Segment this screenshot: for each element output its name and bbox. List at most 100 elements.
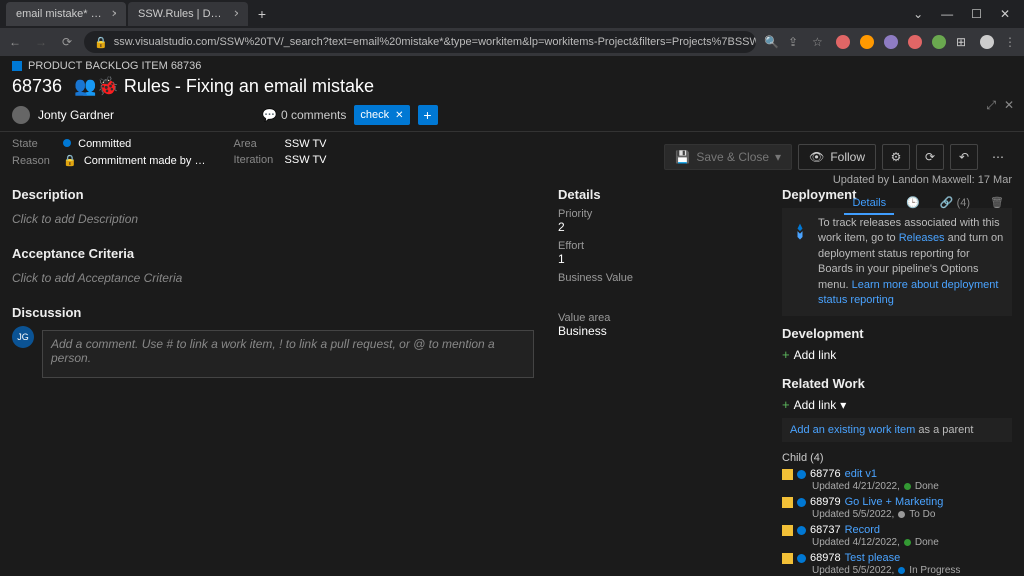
avatar [12,106,30,124]
child-heading: Child (4) [782,452,1012,464]
comment-input[interactable]: Add a comment. Use # to link a work item… [42,330,534,378]
delete-icon[interactable]: 🗑 [982,192,1012,215]
ext-icon-4[interactable] [908,35,922,49]
state-dot-icon [797,526,806,535]
area-value[interactable]: SSW TV [285,138,327,150]
remove-tag-icon[interactable]: ✕ [395,110,403,121]
close-icon[interactable]: ✕ [233,9,238,20]
work-item-title[interactable]: 👥🐞 Rules - Fixing an email mistake [74,76,374,97]
status-dot-icon [898,511,905,518]
ext-icon-3[interactable] [884,35,898,49]
child-updated: Updated 4/21/2022, [812,481,900,492]
child-title-link[interactable]: edit v1 [845,468,877,480]
save-close-button[interactable]: 💾 Save & Close ▾ [664,144,792,170]
priority-value[interactable]: 2 [558,220,758,234]
rocket-icon [790,222,810,242]
minimize-icon[interactable]: — [941,7,953,21]
history-icon[interactable]: 🕒 [898,192,928,215]
browser-tab-1[interactable]: email mistake* - Search Work it ✕ [6,2,126,26]
chevron-down-icon: ▾ [775,150,781,164]
profile-avatar[interactable] [980,35,994,49]
acceptance-field[interactable]: Click to add Acceptance Criteria [12,267,534,299]
child-item[interactable]: 68978Test pleaseUpdated 5/5/2022,In Prog… [782,552,1012,576]
existing-work-item-hint: Add an existing work item as a parent [782,418,1012,442]
links-icon[interactable]: 🔗 (4) [932,192,978,215]
reason-value[interactable]: Commitment made by … [84,155,206,167]
state-value[interactable]: Committed [78,138,131,150]
puzzle-icon[interactable]: ⊞ [956,35,970,49]
child-updated: Updated 5/5/2022, [812,565,894,576]
zoom-out-icon[interactable]: 🔍 [764,35,778,49]
lock-icon: 🔒 [94,36,108,49]
close-icon[interactable]: ✕ [1004,98,1014,113]
child-title-link[interactable]: Test please [845,552,901,564]
add-tag-button[interactable]: + [418,105,438,125]
left-column: Description Click to add Description Acc… [12,181,534,542]
child-status: In Progress [909,565,960,576]
save-icon: 💾 [675,150,690,164]
state-dot-icon [63,139,71,147]
close-window-icon[interactable]: ✕ [1000,7,1010,21]
iteration-label: Iteration [233,154,281,166]
restore-icon[interactable]: ⤢ [986,98,996,113]
effort-value[interactable]: 1 [558,252,758,266]
more-icon[interactable]: ⋯ [984,144,1012,170]
related-add-link[interactable]: +Add link ▾ [782,397,1012,412]
state-dot-icon [797,498,806,507]
child-item[interactable]: 68776edit v1Updated 4/21/2022,Done [782,468,1012,492]
url-text: ssw.visualstudio.com/SSW%20TV/_search?te… [114,36,756,48]
avatar: JG [12,326,34,348]
iteration-value[interactable]: SSW TV [285,154,327,166]
comments-count[interactable]: 💬 0 comments [262,108,346,122]
plus-icon: + [782,397,790,412]
ext-icon-2[interactable] [860,35,874,49]
task-icon [782,553,793,564]
task-icon [782,525,793,536]
back-icon[interactable]: ← [6,35,24,49]
reason-label: Reason [12,155,60,167]
tab-details[interactable]: Details [844,193,894,215]
ext-icon-1[interactable] [836,35,850,49]
bv-value[interactable] [558,284,758,298]
details-heading: Details [558,187,758,202]
child-item[interactable]: 68979Go Live + MarketingUpdated 5/5/2022… [782,496,1012,520]
undo-icon[interactable]: ↶ [950,144,978,170]
description-field[interactable]: Click to add Description [12,208,534,240]
acceptance-heading: Acceptance Criteria [12,246,534,261]
browser-address-bar: ← → ⟳ 🔒 ssw.visualstudio.com/SSW%20TV/_s… [0,28,1024,56]
va-value[interactable]: Business [558,324,758,338]
child-item[interactable]: 68737RecordUpdated 4/12/2022,Done [782,524,1012,548]
assignee-name[interactable]: Jonty Gardner [38,108,114,122]
new-tab-button[interactable]: + [250,2,274,26]
forward-icon[interactable]: → [32,35,50,49]
browser-tab-2[interactable]: SSW.Rules | Do you document d ✕ [128,2,248,26]
lock-icon: 🔒 [63,155,77,167]
star-icon[interactable]: ☆ [812,35,826,49]
close-icon[interactable]: ✕ [111,9,116,20]
eye-icon: 👁 [809,150,824,164]
ext-icon-5[interactable] [932,35,946,49]
task-icon [782,497,793,508]
share-icon[interactable]: ⇪ [788,35,802,49]
releases-link[interactable]: Releases [899,232,945,244]
add-existing-link[interactable]: Add an existing work item [790,424,915,436]
child-title-link[interactable]: Go Live + Marketing [845,496,944,508]
refresh-icon[interactable]: ⟳ [916,144,944,170]
follow-button[interactable]: 👁 Follow [798,144,876,170]
tag-check[interactable]: check ✕ [354,105,409,125]
chevron-down-icon[interactable]: ⌄ [913,7,923,21]
chevron-down-icon: ▾ [840,398,846,412]
state-dot-icon [797,470,806,479]
url-field[interactable]: 🔒 ssw.visualstudio.com/SSW%20TV/_search?… [84,31,756,53]
area-label: Area [233,138,281,150]
child-title-link[interactable]: Record [845,524,880,536]
state-dot-icon [797,554,806,563]
gear-icon[interactable]: ⚙ [882,144,910,170]
reload-icon[interactable]: ⟳ [58,35,76,49]
breadcrumb-text: PRODUCT BACKLOG ITEM 68736 [28,60,201,72]
maximize-icon[interactable]: ☐ [971,7,982,21]
dev-add-link[interactable]: +Add link [782,347,1012,362]
priority-label: Priority [558,208,758,220]
kebab-icon[interactable]: ⋮ [1004,35,1018,49]
discussion-heading: Discussion [12,305,534,320]
